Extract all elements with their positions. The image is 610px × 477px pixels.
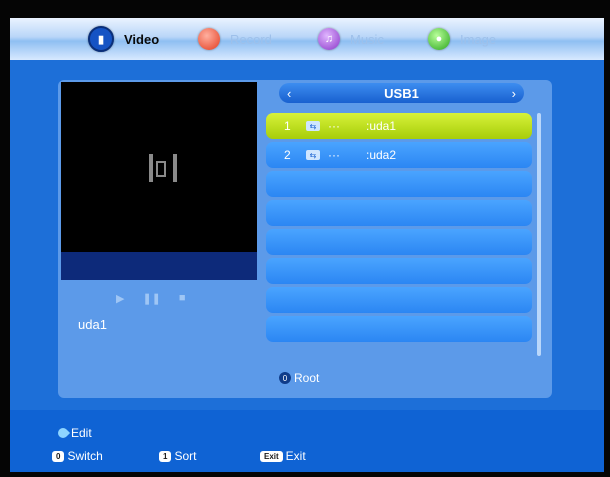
tab-music[interactable]: ♫ Music [318,27,384,51]
tab-video[interactable]: ▮ Video [88,26,160,52]
list-item-name: :uda1 [366,119,397,133]
music-icon: ♫ [318,28,340,50]
empty-row[interactable] [266,316,532,342]
usb-icon: ⇆ [306,150,320,160]
right-border [604,0,610,477]
play-icon[interactable]: ▶ [116,292,124,305]
key-badge: 1 [159,450,172,462]
media-tab-bar: ▮ Video Record ♫ Music ● Image [10,18,604,60]
list-item[interactable]: 1 ⇆ ··· :uda1 [266,113,532,139]
root-label: Root [294,371,320,385]
tab-video-label: Video [124,31,160,47]
edit-icon [55,425,71,441]
playback-controls: ▶ ❚❚ ■ [116,292,186,305]
exit-hint[interactable]: Exit Exit [260,449,306,463]
list-item-number: 2 [284,148,291,162]
media-player-screen: ▮ Video Record ♫ Music ● Image ▶ ❚❚ ■ ud… [0,0,610,477]
scrollbar[interactable] [537,113,541,356]
stop-icon[interactable]: ■ [179,292,186,305]
device-selector[interactable]: ‹ USB1 › [279,83,524,103]
chevron-left-icon[interactable]: ‹ [287,86,291,101]
edit-hint[interactable]: Edit [55,425,92,441]
list-item-dots: ··· [328,119,340,133]
left-border [0,0,10,477]
exit-label: Exit [285,449,306,463]
video-preview [61,82,257,280]
list-item[interactable]: 2 ⇆ ··· :uda2 [266,142,532,168]
usb-icon: ⇆ [306,121,320,131]
tab-image-label: Image [460,31,497,47]
list-item-dots: ··· [328,148,340,162]
empty-row[interactable] [266,258,532,284]
bottom-border [0,472,610,477]
file-list: 1 ⇆ ··· :uda1 2 ⇆ ··· :uda2 [266,113,532,345]
list-item-number: 1 [284,119,291,133]
empty-row[interactable] [266,229,532,255]
top-border [0,0,610,18]
video-icon: ▮ [88,26,114,52]
tab-image[interactable]: ● Image [428,27,496,51]
switch-hint[interactable]: 0 Switch [52,449,103,463]
help-bar: Edit 0 Switch 1 Sort Exit Exit [10,410,604,472]
chevron-right-icon[interactable]: › [512,86,516,101]
selected-filename: uda1 [78,317,107,332]
preview-info-strip [61,252,257,280]
sort-label: Sort [174,449,197,463]
empty-row[interactable] [266,287,532,313]
switch-label: Switch [67,449,103,463]
tab-record[interactable]: Record [198,27,272,51]
device-title: USB1 [384,85,419,101]
image-icon: ● [428,28,450,50]
key-badge: Exit [260,450,283,462]
tab-record-label: Record [230,31,272,47]
edit-label: Edit [71,426,92,440]
record-icon [198,28,220,50]
empty-row[interactable] [266,200,532,226]
sort-hint[interactable]: 1 Sort [159,449,196,463]
tab-music-label: Music [350,31,384,47]
pause-icon[interactable]: ❚❚ [142,292,160,305]
film-icon [149,154,177,182]
key-badge: 0 [52,450,65,462]
empty-row[interactable] [266,171,532,197]
list-item-name: :uda2 [366,148,397,162]
key-badge: 0 [279,372,291,384]
root-hint[interactable]: 0 Root [279,371,319,385]
